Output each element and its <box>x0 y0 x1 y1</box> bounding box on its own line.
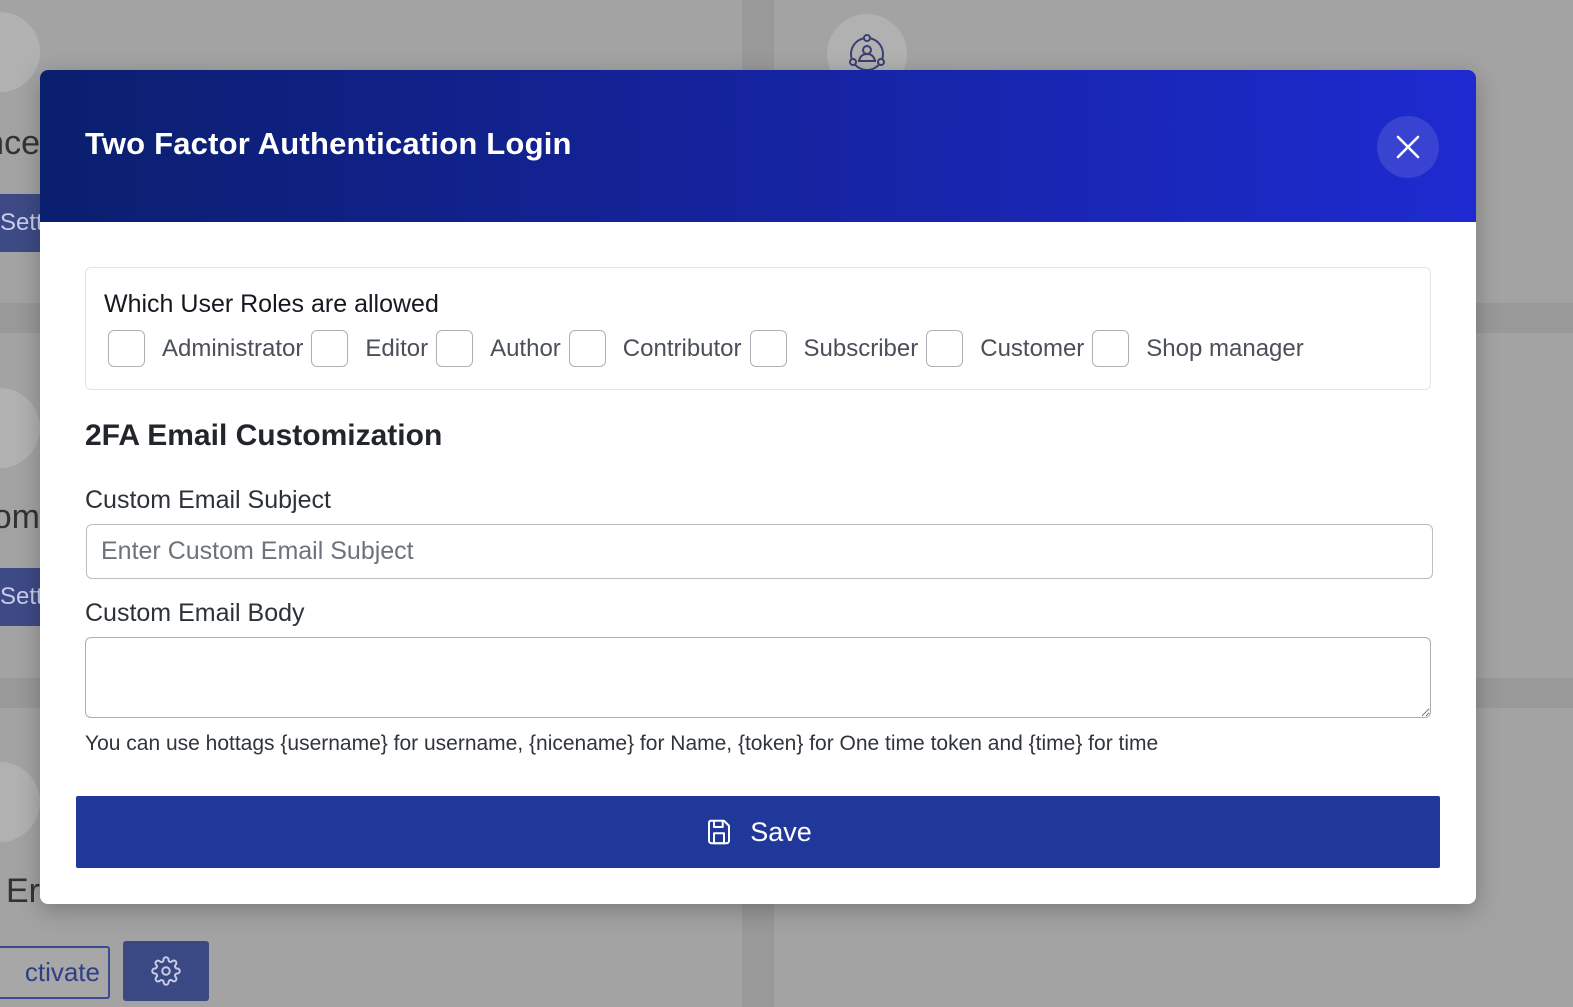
role-checkbox-contributor[interactable] <box>568 330 606 367</box>
background-activate-label: ctivate <box>24 957 100 987</box>
role-checkbox-shop-manager[interactable] <box>1092 330 1130 367</box>
background-card-title: n Er <box>0 872 40 910</box>
role-label-contributor: Contributor <box>622 334 742 362</box>
background-module-icon <box>0 12 40 92</box>
background-settings-label: Sett <box>0 583 40 610</box>
user-roles-title: Which User Roles are allowed <box>104 290 439 318</box>
role-label-author: Author <box>490 334 561 362</box>
gear-icon <box>151 956 181 986</box>
email-body-label: Custom Email Body <box>85 599 305 627</box>
role-label-administrator: Administrator <box>162 334 304 362</box>
role-label-shop-manager: Shop manager <box>1146 334 1304 362</box>
user-roles-list: Administrator Editor Author Contributor … <box>108 330 1312 367</box>
background-settings-button: Sett <box>0 194 40 252</box>
modal-header: Two Factor Authentication Login <box>40 70 1476 222</box>
background-settings-button: Sett <box>0 568 40 626</box>
background-activate-button: ctivate <box>0 946 110 999</box>
background-card-title: om <box>0 498 40 536</box>
save-icon <box>708 819 731 845</box>
email-customization-heading: 2FA Email Customization <box>85 419 443 452</box>
background-settings-label: Sett <box>0 209 40 236</box>
two-factor-modal: Two Factor Authentication Login Which Us… <box>40 70 1476 904</box>
close-button[interactable] <box>1377 116 1439 178</box>
role-checkbox-customer[interactable] <box>926 330 964 367</box>
save-button-label: Save <box>750 816 812 847</box>
role-checkbox-administrator[interactable] <box>108 330 145 367</box>
role-label-subscriber: Subscriber <box>803 334 919 362</box>
background-card-title: nce <box>0 124 40 162</box>
role-label-customer: Customer <box>980 334 1085 362</box>
role-checkbox-editor[interactable] <box>311 330 349 367</box>
hottags-hint: You can use hottags {username} for usern… <box>85 732 1159 755</box>
role-checkbox-subscriber[interactable] <box>749 330 787 367</box>
save-button[interactable]: Save <box>76 796 1440 868</box>
email-body-textarea[interactable] <box>85 637 1431 718</box>
user-roles-panel: Which User Roles are allowed Administrat… <box>85 267 1431 390</box>
email-subject-label: Custom Email Subject <box>85 486 331 514</box>
background-gear-button <box>123 941 209 1001</box>
role-checkbox-author[interactable] <box>436 330 474 367</box>
role-label-editor: Editor <box>365 334 429 362</box>
email-subject-input[interactable] <box>86 524 1433 579</box>
background-module-icon <box>0 762 40 842</box>
modal-title: Two Factor Authentication Login <box>85 126 572 161</box>
close-icon <box>1396 135 1420 159</box>
background-module-icon <box>0 388 40 468</box>
